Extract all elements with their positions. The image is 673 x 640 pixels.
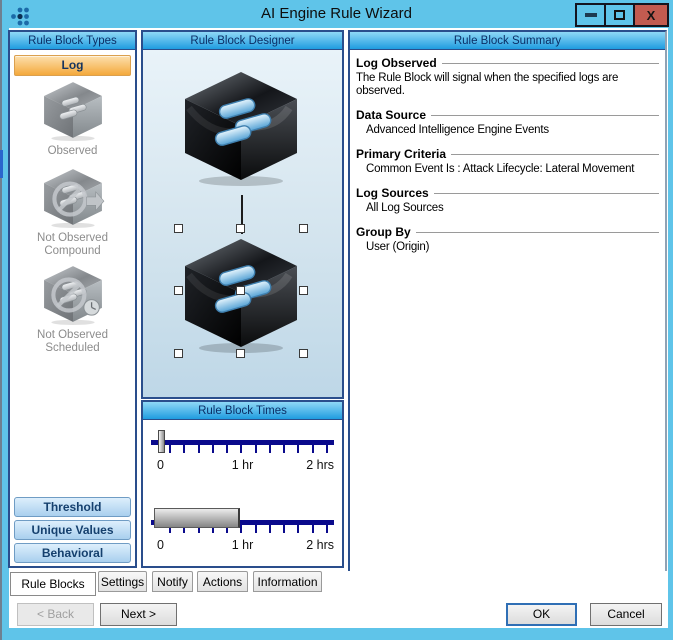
cancel-button[interactable]: Cancel bbox=[590, 603, 662, 626]
minimize-icon bbox=[584, 13, 597, 17]
rule-block-types-panel: Rule Block Types Log Observed Not Observ… bbox=[8, 30, 137, 568]
slider2-label-0: 0 bbox=[157, 538, 164, 552]
selected-rule-block-cube[interactable] bbox=[178, 235, 304, 355]
threshold-category-button[interactable]: Threshold bbox=[14, 497, 131, 517]
summary-section-title: Log Observed bbox=[356, 55, 659, 70]
summary-section-log-observed: Log Observed The Rule Block will signal … bbox=[356, 55, 659, 98]
selection-handle-bottom-left[interactable] bbox=[174, 349, 183, 358]
rule-block-times-header: Rule Block Times bbox=[143, 402, 342, 420]
rule-block-designer-panel: Rule Block Designer bbox=[141, 30, 344, 399]
slider2-label-1hr: 1 hr bbox=[231, 538, 254, 552]
rule-block-summary-panel: Rule Block Summary Log Observed The Rule… bbox=[348, 30, 667, 571]
summary-section-title: Data Source bbox=[356, 107, 659, 122]
selection-handle-mid-right[interactable] bbox=[299, 286, 308, 295]
close-button[interactable]: X bbox=[633, 3, 669, 27]
ai-engine-rule-wizard-window: AI Engine Rule Wizard X Rule Block Types… bbox=[0, 0, 673, 640]
summary-section-body: All Log Sources bbox=[366, 202, 444, 214]
minimize-button[interactable] bbox=[575, 3, 606, 27]
type-label-observed: Observed bbox=[47, 145, 98, 157]
times-body: 0 1 hr 2 hrs 0 1 hr 2 hrs bbox=[143, 420, 342, 566]
selection-handle-top-right[interactable] bbox=[299, 224, 308, 233]
summary-section-title: Primary Criteria bbox=[356, 146, 659, 161]
not-observed-scheduled-cube-icon[interactable] bbox=[40, 264, 106, 326]
summary-section-title: Log Sources bbox=[356, 185, 659, 200]
slider1-label-0: 0 bbox=[157, 458, 164, 472]
time-slider-2: 0 1 hr 2 hrs bbox=[149, 508, 336, 560]
type-label-not-observed-scheduled: Not Observed Scheduled bbox=[37, 329, 108, 354]
summary-section-title: Group By bbox=[356, 224, 659, 239]
summary-section-body: Common Event Is : Attack Lifecycle: Late… bbox=[366, 163, 635, 175]
selection-handle-bottom-right[interactable] bbox=[299, 349, 308, 358]
window-controls: X bbox=[575, 3, 669, 27]
window-frame-bottom bbox=[0, 628, 673, 640]
background-window-edge-accent bbox=[0, 150, 3, 178]
selection-handle-top-center[interactable] bbox=[236, 224, 245, 233]
slider2-label-2hrs: 2 hrs bbox=[306, 538, 334, 552]
not-observed-compound-cube-icon[interactable] bbox=[40, 167, 106, 229]
summary-section-log-sources: Log Sources All Log Sources bbox=[356, 185, 659, 215]
rule-block-types-body: Log Observed Not Observed Compound Not O… bbox=[10, 50, 135, 566]
next-button[interactable]: Next > bbox=[100, 603, 177, 626]
summary-section-group-by: Group By User (Origin) bbox=[356, 224, 659, 254]
designer-canvas[interactable] bbox=[143, 50, 342, 397]
tab-rule-blocks[interactable]: Rule Blocks bbox=[10, 572, 96, 596]
selection-handle-mid-left[interactable] bbox=[174, 286, 183, 295]
summary-section-primary-criteria: Primary Criteria Common Event Is : Attac… bbox=[356, 146, 659, 176]
rule-block-summary-header: Rule Block Summary bbox=[350, 32, 665, 50]
tab-notify[interactable]: Notify bbox=[152, 571, 193, 592]
slider1-thumb[interactable] bbox=[158, 430, 165, 453]
unique-values-category-button[interactable]: Unique Values bbox=[14, 520, 131, 540]
tab-information[interactable]: Information bbox=[253, 571, 322, 592]
summary-section-body: The Rule Block will signal when the spec… bbox=[356, 72, 619, 97]
background-window-edge bbox=[0, 0, 2, 640]
selection-handle-mid-center[interactable] bbox=[236, 286, 245, 295]
rule-block-types-header: Rule Block Types bbox=[10, 32, 135, 50]
maximize-icon bbox=[614, 10, 625, 20]
slider1-label-2hrs: 2 hrs bbox=[306, 458, 334, 472]
window-title: AI Engine Rule Wizard bbox=[261, 5, 412, 22]
slider1-ticks bbox=[169, 445, 328, 453]
slider1-label-1hr: 1 hr bbox=[231, 458, 254, 472]
titlebar: AI Engine Rule Wizard X bbox=[0, 0, 673, 28]
tab-actions[interactable]: Actions bbox=[197, 571, 248, 592]
rule-block-times-panel: Rule Block Times 0 1 hr 2 hrs 0 1 hr 2 h… bbox=[141, 400, 344, 568]
selection-handle-bottom-center[interactable] bbox=[236, 349, 245, 358]
source-rule-block-cube[interactable] bbox=[178, 68, 304, 188]
rule-block-designer-header: Rule Block Designer bbox=[143, 32, 342, 50]
observed-cube-icon[interactable] bbox=[40, 80, 106, 142]
slider1-labels: 0 1 hr 2 hrs bbox=[149, 458, 336, 474]
slider2-labels: 0 1 hr 2 hrs bbox=[149, 538, 336, 554]
window-frame-right bbox=[668, 28, 673, 628]
slider2-range-bar[interactable] bbox=[154, 508, 240, 528]
summary-section-body: User (Origin) bbox=[366, 241, 430, 253]
summary-section-data-source: Data Source Advanced Intelligence Engine… bbox=[356, 107, 659, 137]
type-label-not-observed-compound: Not Observed Compound bbox=[37, 232, 108, 257]
ok-button[interactable]: OK bbox=[506, 603, 577, 626]
time-slider-1: 0 1 hr 2 hrs bbox=[149, 430, 336, 480]
summary-body: Log Observed The Rule Block will signal … bbox=[350, 50, 665, 268]
maximize-button[interactable] bbox=[604, 3, 635, 27]
back-button[interactable]: < Back bbox=[17, 603, 94, 626]
summary-section-body: Advanced Intelligence Engine Events bbox=[366, 124, 549, 136]
selection-handle-top-left[interactable] bbox=[174, 224, 183, 233]
behavioral-category-button[interactable]: Behavioral bbox=[14, 543, 131, 563]
tab-settings[interactable]: Settings bbox=[98, 571, 147, 592]
log-type-button[interactable]: Log bbox=[14, 55, 131, 76]
